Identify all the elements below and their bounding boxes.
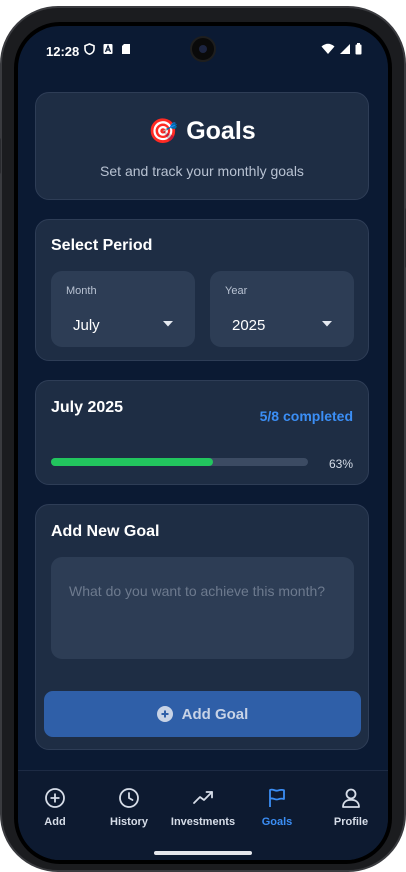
caret-down-icon	[163, 321, 173, 327]
nav-item-goals[interactable]: Goals	[240, 787, 314, 830]
add-goal-button-label: Add Goal	[181, 705, 249, 723]
nav-item-label: History	[110, 816, 148, 828]
select-period-card: Select Period Month July Year 2025	[35, 219, 369, 361]
status-bar: 12:28	[18, 26, 388, 66]
nav-item-label: Add	[44, 816, 66, 828]
app-screen: 12:28 🎯 Goals Set and track your monthly…	[18, 26, 388, 860]
front-camera	[190, 36, 216, 62]
progress-bar-fill	[51, 458, 213, 466]
nav-item-label: Investments	[170, 816, 236, 828]
month-select-value: July	[73, 317, 100, 334]
completed-count: 5/8 completed	[259, 408, 353, 424]
home-indicator	[154, 851, 252, 855]
person-icon	[342, 788, 360, 808]
font-a-icon	[103, 44, 113, 54]
trending-up-icon	[193, 791, 213, 804]
select-period-title: Select Period	[51, 237, 153, 254]
goals-header-card: 🎯 Goals Set and track your monthly goals	[35, 92, 369, 200]
shield-icon	[84, 43, 95, 55]
page-title: 🎯 Goals	[36, 117, 368, 146]
flag-icon	[269, 788, 285, 807]
wifi-icon	[321, 43, 335, 54]
status-notification-icons	[84, 43, 131, 55]
year-select-value: 2025	[232, 317, 266, 334]
add-goal-title: Add New Goal	[51, 523, 160, 540]
year-select-label: Year	[225, 285, 248, 297]
nav-item-investments[interactable]: Investments	[166, 787, 240, 830]
nav-item-label: Goals	[261, 816, 293, 828]
status-system-icons	[321, 43, 362, 55]
monthly-progress-card: July 2025 5/8 completed 63%	[35, 380, 369, 485]
page-subtitle: Set and track your monthly goals	[100, 163, 304, 179]
progress-percent: 63%	[328, 457, 353, 471]
sd-card-icon	[122, 44, 130, 54]
battery-icon	[355, 43, 362, 55]
goal-input[interactable]	[51, 557, 354, 659]
clock-icon	[119, 788, 139, 808]
month-select-label: Month	[66, 285, 97, 297]
add-goal-button[interactable]: Add Goal	[44, 691, 361, 737]
target-icon: 🎯	[148, 117, 179, 145]
plus-circle-icon	[156, 706, 173, 722]
bottom-navigation: Add History Investments Goals Profile	[18, 770, 388, 860]
month-select[interactable]: Month July	[51, 271, 195, 347]
status-time: 12:28	[46, 44, 80, 59]
progress-period-title: July 2025	[51, 399, 124, 416]
add-goal-card: Add New Goal Add Goal	[35, 504, 369, 750]
page-title-text: Goals	[186, 117, 256, 145]
nav-item-history[interactable]: History	[92, 787, 166, 830]
nav-item-label: Profile	[333, 816, 369, 828]
signal-icon	[340, 44, 350, 54]
year-select[interactable]: Year 2025	[210, 271, 354, 347]
phone-frame: 12:28 🎯 Goals Set and track your monthly…	[0, 6, 406, 872]
caret-down-icon	[322, 321, 332, 327]
phone-bezel: 12:28 🎯 Goals Set and track your monthly…	[14, 22, 392, 864]
nav-item-profile[interactable]: Profile	[314, 787, 388, 830]
nav-item-add[interactable]: Add	[18, 787, 92, 830]
plus-circle-icon	[45, 788, 65, 808]
volume-button	[0, 138, 1, 174]
progress-bar	[51, 458, 308, 466]
